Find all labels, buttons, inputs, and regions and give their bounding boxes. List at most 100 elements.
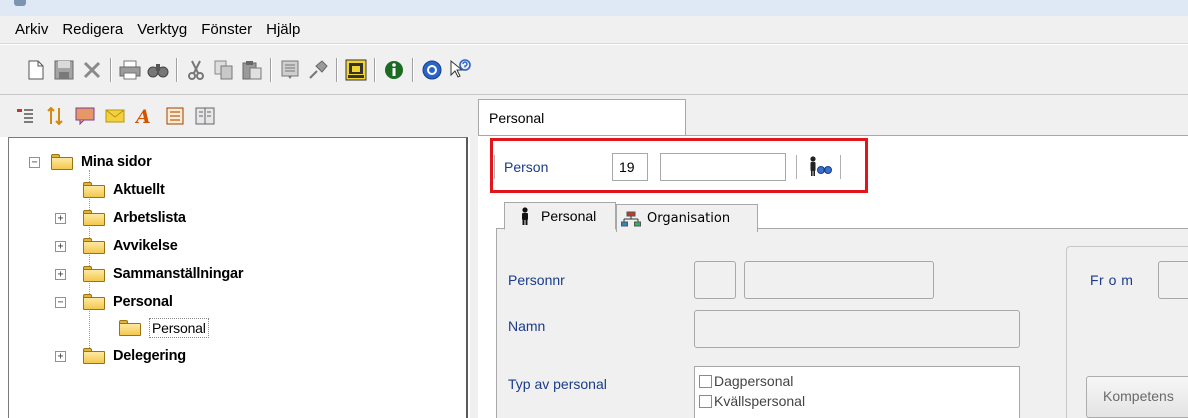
panel-splitter[interactable] bbox=[470, 95, 478, 418]
folder-icon bbox=[83, 266, 105, 282]
main-toolbar bbox=[0, 45, 1188, 95]
tree-label: Sammanställningar bbox=[113, 266, 244, 282]
person-search-bar: Person 19 bbox=[490, 145, 1188, 189]
tab-organisation[interactable]: Organisation bbox=[616, 204, 758, 232]
tree-item-personal[interactable]: − Personal bbox=[55, 290, 173, 314]
expand-icon[interactable]: + bbox=[55, 268, 66, 280]
folder-icon bbox=[83, 238, 105, 254]
toolbar-separator bbox=[796, 155, 798, 179]
checkbox[interactable] bbox=[699, 394, 712, 408]
checkbox-row[interactable]: Dagpersonal bbox=[699, 371, 1015, 391]
collapse-icon[interactable]: − bbox=[55, 296, 66, 308]
copy-icon[interactable] bbox=[212, 58, 236, 82]
tab-personal[interactable]: Personal bbox=[478, 99, 686, 135]
tree-label: Personal bbox=[149, 318, 209, 338]
toolbar-separator bbox=[412, 57, 414, 82]
folder-icon bbox=[83, 348, 105, 364]
personnr-prefix-field[interactable] bbox=[694, 261, 736, 299]
checkbox[interactable] bbox=[699, 374, 712, 388]
kompetens-button[interactable]: Kompetens bbox=[1086, 376, 1188, 418]
personnr-field[interactable] bbox=[744, 261, 934, 299]
tree-label: Mina sidor bbox=[81, 154, 152, 170]
tree-item-arbetslista[interactable]: + Arbetslista bbox=[55, 206, 186, 230]
typ-av-personal-label: Typ av personal bbox=[508, 376, 607, 392]
help-icon[interactable] bbox=[420, 58, 444, 82]
navigation-tree: − Mina sidor Aktuellt + Arbetslista + Av… bbox=[8, 137, 468, 418]
notes-icon[interactable] bbox=[164, 105, 186, 127]
folder-icon bbox=[83, 294, 105, 310]
menu-verktyg[interactable]: Verktyg bbox=[130, 17, 194, 43]
tree-item-delegering[interactable]: + Delegering bbox=[55, 344, 186, 368]
personnr-label: Personnr bbox=[508, 272, 565, 288]
expand-icon[interactable]: + bbox=[55, 212, 66, 224]
print-icon[interactable] bbox=[118, 58, 142, 82]
checkbox-label: Dagpersonal bbox=[714, 373, 794, 389]
checkbox-label: Kvällspersonal bbox=[714, 393, 806, 409]
menu-fonster[interactable]: Fönster bbox=[194, 17, 259, 43]
tree-label: Avvikelse bbox=[113, 238, 178, 254]
toolbar-separator bbox=[840, 155, 842, 179]
person-search-icon[interactable] bbox=[808, 156, 832, 178]
paste-icon[interactable] bbox=[240, 58, 264, 82]
folder-icon bbox=[83, 210, 105, 226]
tab-personal-details[interactable]: Personal bbox=[504, 202, 616, 230]
person-name-field[interactable] bbox=[660, 153, 786, 181]
tab-label: Organisation bbox=[647, 211, 731, 226]
new-document-icon[interactable] bbox=[24, 58, 48, 82]
folder-icon bbox=[83, 182, 105, 198]
tree-item-mina-sidor[interactable]: − Mina sidor bbox=[29, 150, 152, 174]
info-icon[interactable] bbox=[382, 58, 406, 82]
folder-icon bbox=[51, 154, 73, 170]
tree-item-sammanstallningar[interactable]: + Sammanställningar bbox=[55, 262, 244, 286]
font-icon[interactable]: A bbox=[134, 105, 156, 127]
sort-icon[interactable] bbox=[44, 105, 66, 127]
from-date-field[interactable] bbox=[1158, 261, 1188, 299]
delete-icon[interactable] bbox=[80, 58, 104, 82]
person-label: Person bbox=[504, 159, 549, 175]
person-number-field[interactable]: 19 bbox=[612, 153, 648, 181]
menu-arkiv[interactable]: Arkiv bbox=[8, 17, 55, 43]
tree-item-aktuellt[interactable]: Aktuellt bbox=[83, 178, 165, 202]
app-icon bbox=[14, 0, 26, 6]
collapse-icon[interactable]: − bbox=[29, 156, 40, 168]
expand-icon[interactable]: + bbox=[55, 350, 66, 362]
tree-label: Arbetslista bbox=[113, 210, 186, 226]
tree-label: Aktuellt bbox=[113, 182, 165, 198]
pin-icon[interactable] bbox=[306, 58, 330, 82]
folder-icon bbox=[119, 320, 141, 336]
toolbar-separator bbox=[270, 57, 272, 82]
namn-field[interactable] bbox=[694, 310, 1020, 348]
export-icon[interactable] bbox=[344, 58, 368, 82]
tree-label: Personal bbox=[113, 294, 173, 310]
book-icon[interactable] bbox=[194, 105, 216, 127]
menu-icon[interactable] bbox=[14, 105, 36, 127]
from-label: Fr o m bbox=[1090, 272, 1134, 288]
tree-toolbar: A bbox=[0, 95, 474, 137]
tab-label: Personal bbox=[541, 208, 597, 224]
toolbar-separator bbox=[176, 57, 178, 82]
toolbar-separator bbox=[336, 57, 338, 82]
mail-icon[interactable] bbox=[104, 105, 126, 127]
svg-text:A: A bbox=[135, 106, 151, 126]
find-icon[interactable] bbox=[146, 58, 170, 82]
save-icon[interactable] bbox=[52, 58, 76, 82]
tree-label: Delegering bbox=[113, 348, 186, 364]
report-icon[interactable] bbox=[278, 58, 302, 82]
cut-icon[interactable] bbox=[184, 58, 208, 82]
org-chart-icon bbox=[621, 210, 641, 228]
checkbox-row[interactable]: Kvällspersonal bbox=[699, 391, 1015, 411]
typ-av-personal-list: Dagpersonal Kvällspersonal bbox=[694, 366, 1020, 418]
tree-item-personal-child[interactable]: Personal bbox=[119, 316, 209, 340]
namn-label: Namn bbox=[508, 318, 546, 334]
tree-item-avvikelse[interactable]: + Avvikelse bbox=[55, 234, 178, 258]
menu-hjalp[interactable]: Hjälp bbox=[259, 17, 307, 43]
title-bar bbox=[0, 0, 1188, 16]
whats-this-icon[interactable] bbox=[448, 58, 472, 82]
menu-bar: Arkiv Redigera Verktyg Fönster Hjälp bbox=[0, 16, 1188, 44]
person-icon bbox=[515, 207, 535, 225]
chat-icon[interactable] bbox=[74, 105, 96, 127]
toolbar-grip bbox=[494, 155, 496, 179]
expand-icon[interactable]: + bbox=[55, 240, 66, 252]
toolbar-separator bbox=[110, 57, 112, 82]
menu-redigera[interactable]: Redigera bbox=[55, 17, 130, 43]
